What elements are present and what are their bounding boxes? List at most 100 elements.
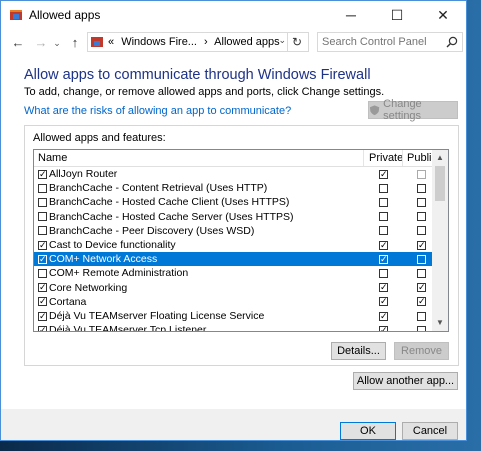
- row-name: BranchCache - Content Retrieval (Uses HT…: [49, 182, 268, 195]
- title-bar[interactable]: Allowed apps ─ ☐ ✕: [1, 1, 466, 29]
- public-checkbox[interactable]: [417, 183, 426, 193]
- private-checkbox[interactable]: [379, 297, 388, 307]
- table-row[interactable]: COM+ Remote Administration: [34, 266, 432, 280]
- table-row[interactable]: Core Networking: [34, 281, 432, 295]
- refresh-button[interactable]: ↻: [287, 33, 306, 51]
- row-enable-checkbox[interactable]: [38, 183, 47, 193]
- scrollbar-thumb[interactable]: [435, 166, 445, 201]
- table-row[interactable]: BranchCache - Hosted Cache Server (Uses …: [34, 210, 432, 224]
- breadcrumb-overflow[interactable]: «: [108, 36, 114, 48]
- row-name: COM+ Remote Administration: [49, 267, 189, 280]
- row-enable-checkbox[interactable]: [38, 212, 47, 222]
- refresh-icon: ↻: [291, 35, 303, 49]
- table-row[interactable]: BranchCache - Content Retrieval (Uses HT…: [34, 181, 432, 195]
- recent-locations-button[interactable]: ⌄: [51, 34, 63, 52]
- back-arrow-icon: ←: [11, 35, 25, 50]
- row-enable-checkbox[interactable]: [38, 268, 47, 278]
- public-checkbox[interactable]: [417, 240, 426, 250]
- row-name: Cortana: [49, 295, 87, 308]
- ok-button[interactable]: OK: [340, 422, 396, 440]
- chevron-down-icon: ⌄: [53, 38, 61, 48]
- private-checkbox[interactable]: [379, 240, 388, 250]
- row-enable-checkbox[interactable]: [38, 226, 47, 236]
- search-input[interactable]: [322, 35, 440, 49]
- private-checkbox[interactable]: [379, 268, 388, 278]
- up-arrow-icon: ↑: [71, 35, 79, 50]
- public-checkbox[interactable]: [417, 226, 426, 236]
- private-checkbox[interactable]: [379, 197, 388, 207]
- table-row[interactable]: Déjà Vu TEAMserver Floating License Serv…: [34, 309, 432, 323]
- row-enable-checkbox[interactable]: [38, 169, 47, 179]
- column-divider[interactable]: [402, 150, 403, 166]
- public-checkbox[interactable]: [417, 283, 426, 293]
- allowed-apps-list[interactable]: Name Private Public AllJoyn Router Branch…: [33, 149, 449, 332]
- minimize-button[interactable]: ─: [328, 1, 374, 29]
- search-box[interactable]: [317, 32, 463, 52]
- maximize-button[interactable]: ☐: [374, 1, 420, 29]
- breadcrumb-windows-firewall[interactable]: Windows Fire...: [121, 36, 197, 48]
- close-button[interactable]: ✕: [420, 1, 466, 29]
- row-name: AllJoyn Router: [49, 168, 118, 180]
- details-button[interactable]: Details...: [331, 342, 386, 360]
- instructions-text: To add, change, or remove allowed apps a…: [24, 86, 385, 98]
- forward-button[interactable]: →: [33, 34, 49, 52]
- breadcrumb: « Windows Fire... › Allowed apps: [108, 36, 280, 48]
- navigation-row: ← → ⌄ ↑ « Windows Fire... › Allowed apps…: [1, 29, 466, 57]
- row-enable-checkbox[interactable]: [38, 254, 47, 264]
- allow-another-app-button[interactable]: Allow another app...: [353, 372, 458, 390]
- table-row[interactable]: BranchCache - Peer Discovery (Uses WSD): [34, 224, 432, 238]
- private-checkbox[interactable]: [379, 254, 388, 264]
- back-button[interactable]: ←: [10, 34, 26, 52]
- public-checkbox[interactable]: [417, 297, 426, 307]
- public-checkbox[interactable]: [417, 311, 426, 321]
- row-enable-checkbox[interactable]: [38, 325, 47, 331]
- scroll-down-icon[interactable]: ▼: [432, 315, 448, 331]
- address-bar[interactable]: « Windows Fire... › Allowed apps ⌄ ↻: [87, 32, 309, 52]
- risks-help-link[interactable]: What are the risks of allowing an app to…: [24, 105, 291, 117]
- public-checkbox[interactable]: [417, 254, 426, 264]
- row-enable-checkbox[interactable]: [38, 311, 47, 321]
- search-icon[interactable]: [446, 36, 458, 48]
- private-checkbox[interactable]: [379, 325, 388, 331]
- row-enable-checkbox[interactable]: [38, 240, 47, 250]
- private-checkbox[interactable]: [379, 169, 388, 179]
- table-row[interactable]: Cast to Device functionality: [34, 238, 432, 252]
- scroll-up-icon[interactable]: ▲: [432, 150, 448, 166]
- table-row[interactable]: COM+ Network Access: [34, 252, 432, 267]
- table-row[interactable]: AllJoyn Router: [34, 167, 432, 181]
- column-header-name[interactable]: Name: [38, 152, 67, 164]
- close-icon: ✕: [437, 6, 449, 23]
- private-checkbox[interactable]: [379, 311, 388, 321]
- row-enable-checkbox[interactable]: [38, 297, 47, 307]
- private-checkbox[interactable]: [379, 283, 388, 293]
- public-checkbox[interactable]: [417, 197, 426, 207]
- public-checkbox[interactable]: [417, 169, 426, 179]
- row-name: BranchCache - Hosted Cache Client (Uses …: [49, 196, 290, 209]
- remove-button[interactable]: Remove: [394, 342, 449, 360]
- row-enable-checkbox[interactable]: [38, 197, 47, 207]
- cancel-button[interactable]: Cancel: [402, 422, 458, 440]
- column-divider[interactable]: [363, 150, 364, 166]
- row-name: BranchCache - Hosted Cache Server (Uses …: [49, 210, 294, 223]
- table-row[interactable]: Déjà Vu TEAMserver Tcp Listener: [34, 323, 432, 332]
- private-checkbox[interactable]: [379, 183, 388, 193]
- allowed-apps-window: Allowed apps ─ ☐ ✕ ← → ⌄ ↑ « Windows Fir…: [0, 0, 467, 441]
- private-checkbox[interactable]: [379, 226, 388, 236]
- row-enable-checkbox[interactable]: [38, 283, 47, 293]
- public-checkbox[interactable]: [417, 325, 426, 331]
- forward-arrow-icon: →: [34, 35, 48, 50]
- column-header-private[interactable]: Private: [369, 152, 403, 164]
- change-settings-button[interactable]: Change settings: [368, 98, 458, 122]
- breadcrumb-separator[interactable]: ›: [204, 36, 208, 48]
- address-dropdown-icon[interactable]: ⌄: [278, 35, 286, 46]
- public-checkbox[interactable]: [417, 268, 426, 278]
- table-row[interactable]: Cortana: [34, 295, 432, 309]
- breadcrumb-allowed-apps[interactable]: Allowed apps: [214, 36, 279, 48]
- public-checkbox[interactable]: [417, 212, 426, 222]
- up-button[interactable]: ↑: [67, 34, 83, 52]
- row-name: Déjà Vu TEAMserver Tcp Listener: [49, 324, 207, 332]
- table-row[interactable]: BranchCache - Hosted Cache Client (Uses …: [34, 195, 432, 209]
- row-name: Cast to Device functionality: [49, 239, 176, 251]
- vertical-scrollbar[interactable]: ▲ ▼: [432, 150, 448, 331]
- private-checkbox[interactable]: [379, 212, 388, 222]
